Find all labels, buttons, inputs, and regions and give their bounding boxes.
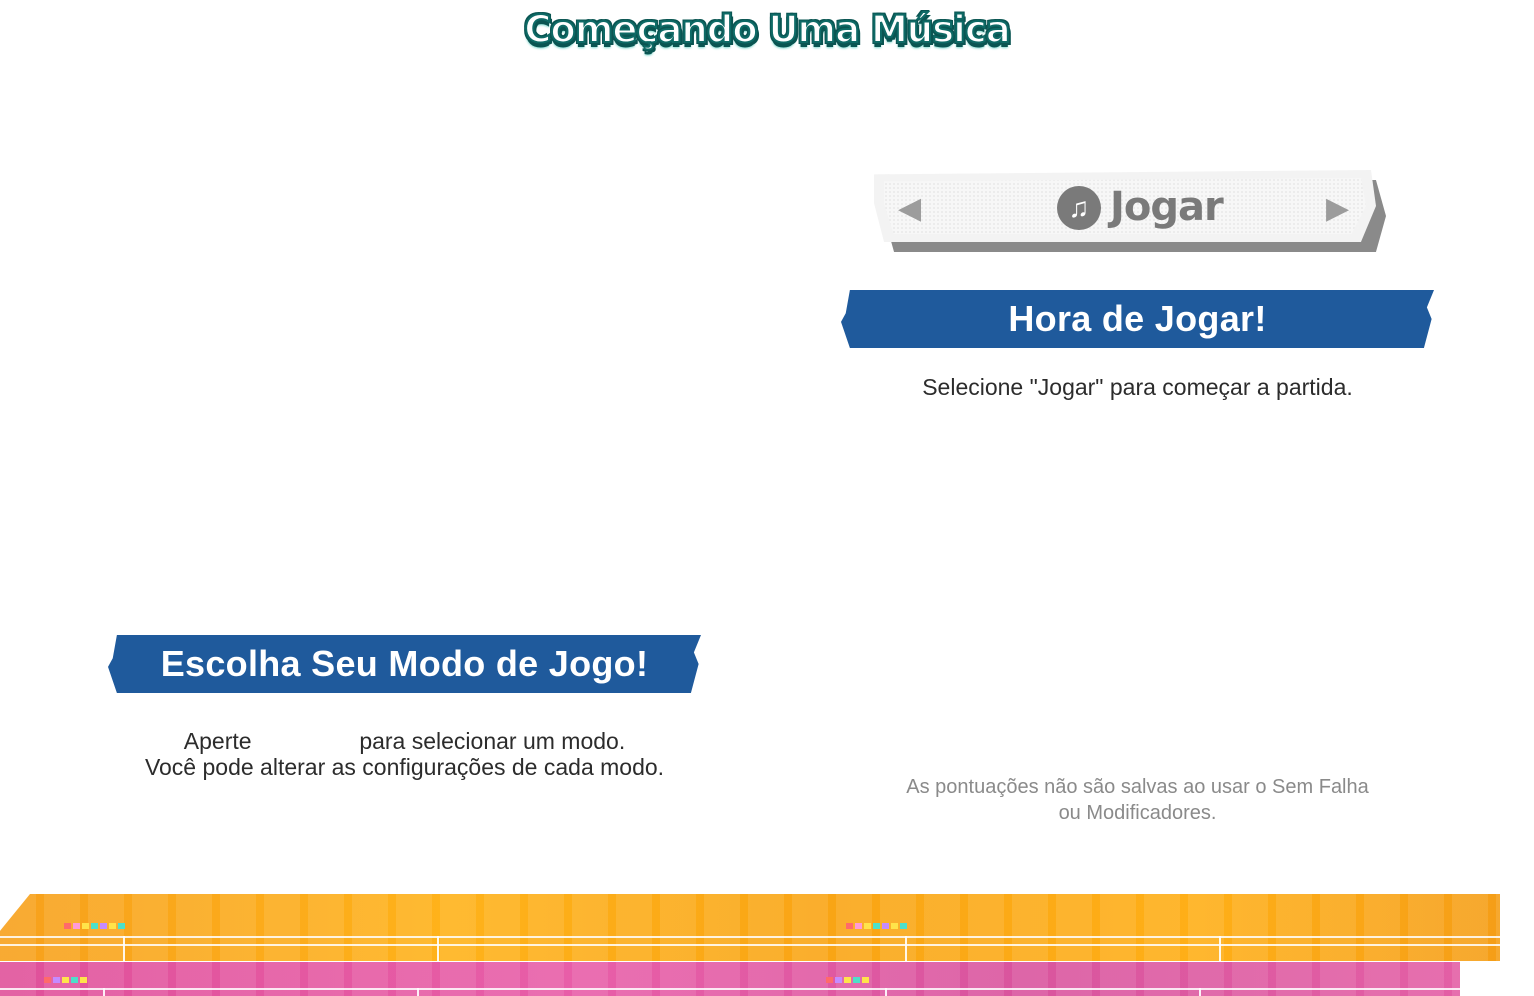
- play-banner: Hora de Jogar!: [841, 290, 1434, 348]
- mode-instruction-line-2: Você pode alterar as configurações de ca…: [144, 754, 665, 780]
- stripe-tick: [417, 988, 419, 996]
- stripe-line: [0, 944, 1500, 946]
- stripe-tick: [905, 936, 907, 961]
- mode-instructions: Aperte para selecionar um modo. Você pod…: [108, 728, 701, 780]
- mode-instruction-prefix: Aperte: [183, 728, 252, 754]
- color-dots: [64, 916, 127, 929]
- mode-instruction-line-1: Aperte para selecionar um modo.: [108, 728, 701, 754]
- stripe-line: [0, 936, 1500, 938]
- mode-banner: Escolha Seu Modo de Jogo!: [108, 635, 701, 693]
- stripe-tick: [885, 988, 887, 996]
- play-selector-label: Jogar: [1110, 184, 1224, 230]
- score-note-line-2: ou Modificadores.: [1058, 802, 1217, 824]
- orange-decor-stripe: [0, 894, 1500, 961]
- right-arrow-icon[interactable]: ▶: [1326, 194, 1349, 224]
- stripe-tick: [103, 988, 105, 996]
- stripe-tick: [123, 936, 125, 961]
- color-dots: [846, 916, 909, 929]
- stripe-tick: [437, 936, 439, 961]
- music-note-icon: ♫: [1057, 186, 1101, 230]
- page-title: Começando Uma Música: [523, 7, 1011, 52]
- mode-instruction-suffix: para selecionar um modo.: [359, 728, 626, 754]
- stripe-line: [0, 988, 1460, 990]
- stripe-tick: [1199, 988, 1201, 996]
- score-note: As pontuações não são salvas ao usar o S…: [841, 774, 1434, 826]
- color-dots: [44, 970, 89, 983]
- left-arrow-icon[interactable]: ◀: [898, 194, 921, 224]
- pink-decor-stripe: [0, 962, 1460, 996]
- play-description: Selecione "Jogar" para começar a partida…: [922, 374, 1353, 400]
- stripe-tick: [1219, 936, 1221, 961]
- score-note-line-1: As pontuações não são salvas ao usar o S…: [906, 776, 1369, 798]
- play-selector[interactable]: ◀ ♫ Jogar ▶: [874, 170, 1386, 252]
- color-dots: [826, 970, 871, 983]
